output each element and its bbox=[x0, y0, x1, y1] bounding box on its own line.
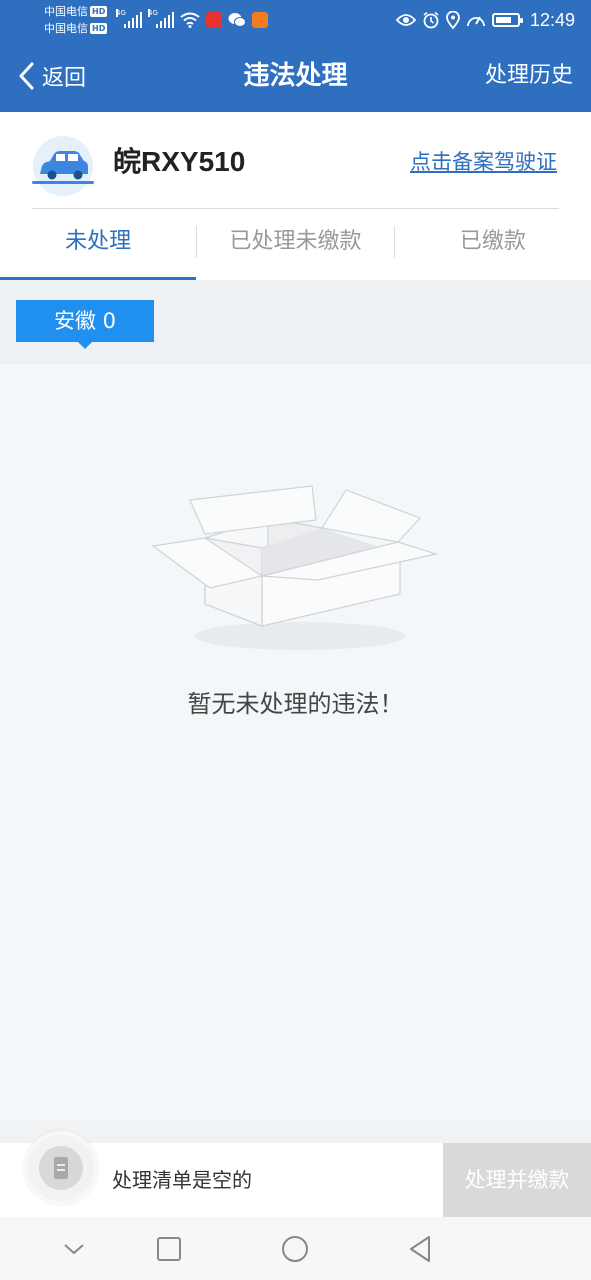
circle-icon bbox=[282, 1236, 308, 1262]
nav-bar: 返回 违法处理 处理历史 bbox=[0, 40, 591, 112]
empty-message: 暂无未处理的违法！ bbox=[187, 690, 404, 718]
wifi-icon bbox=[180, 12, 200, 28]
hd-badge: HD bbox=[90, 23, 108, 34]
region-chip-anhui[interactable]: 安徽 0 bbox=[16, 300, 154, 349]
alarm-icon bbox=[423, 11, 439, 29]
carrier-2: 中国电信 HD bbox=[44, 22, 108, 35]
signal-icon: 4G bbox=[148, 9, 174, 28]
send-app-icon bbox=[252, 12, 268, 28]
empty-state: 暂无未处理的违法！ bbox=[0, 364, 591, 1121]
clock: 12:49 bbox=[529, 9, 575, 30]
cart-button[interactable] bbox=[24, 1131, 98, 1205]
hd-badge: HD bbox=[90, 6, 108, 17]
recents-button[interactable] bbox=[153, 1233, 185, 1265]
register-license-link[interactable]: 点击备案驾驶证 bbox=[410, 146, 557, 178]
list-icon bbox=[39, 1146, 83, 1190]
back-button[interactable]: 返回 bbox=[18, 58, 86, 94]
eye-icon bbox=[395, 14, 416, 26]
tab-processed-unpaid[interactable]: 已处理未缴款 bbox=[197, 209, 393, 280]
back-nav-button[interactable] bbox=[404, 1233, 436, 1265]
license-plate: 皖RXY510 bbox=[113, 146, 246, 177]
system-nav-bar bbox=[0, 1217, 591, 1280]
cart-bar: 处理清单是空的 处理并缴款 bbox=[0, 1131, 591, 1217]
triangle-back-icon bbox=[410, 1236, 430, 1262]
vehicle-card: 皖RXY510 点击备案驾驶证 未处理 已处理未缴款 已缴款 bbox=[0, 112, 591, 280]
home-button[interactable] bbox=[279, 1233, 311, 1265]
cart-status-text: 处理清单是空的 bbox=[112, 1168, 252, 1192]
speed-icon bbox=[467, 16, 485, 27]
battery-icon bbox=[491, 13, 523, 27]
status-icons-left: 4G 4G bbox=[116, 8, 268, 32]
news-app-icon bbox=[206, 12, 222, 28]
bottom-spacer bbox=[0, 1121, 591, 1143]
tab-paid[interactable]: 已缴款 bbox=[395, 209, 591, 280]
signal-icon: 4G bbox=[116, 9, 142, 28]
chevron-down-icon bbox=[64, 1244, 84, 1255]
process-and-pay-button[interactable]: 处理并缴款 bbox=[443, 1143, 591, 1217]
carrier-1: 中国电信 HD bbox=[44, 5, 108, 18]
status-bar: 中国电信 HD 中国电信 HD 4G 4G 12:49 bbox=[0, 0, 591, 40]
region-filter-bar: 安徽 0 bbox=[0, 280, 591, 364]
wechat-icon bbox=[228, 13, 246, 27]
chevron-left-icon bbox=[19, 62, 34, 90]
location-icon bbox=[446, 11, 460, 29]
car-icon bbox=[32, 136, 94, 196]
tab-unprocessed[interactable]: 未处理 bbox=[0, 209, 197, 280]
back-label: 返回 bbox=[42, 66, 87, 91]
square-icon bbox=[157, 1237, 181, 1261]
empty-box-icon bbox=[151, 485, 439, 650]
history-button[interactable]: 处理历史 bbox=[485, 58, 573, 94]
collapse-button[interactable] bbox=[58, 1233, 90, 1265]
status-icons-right: 12:49 bbox=[395, 8, 575, 32]
status-tabs: 未处理 已处理未缴款 已缴款 bbox=[0, 209, 591, 280]
